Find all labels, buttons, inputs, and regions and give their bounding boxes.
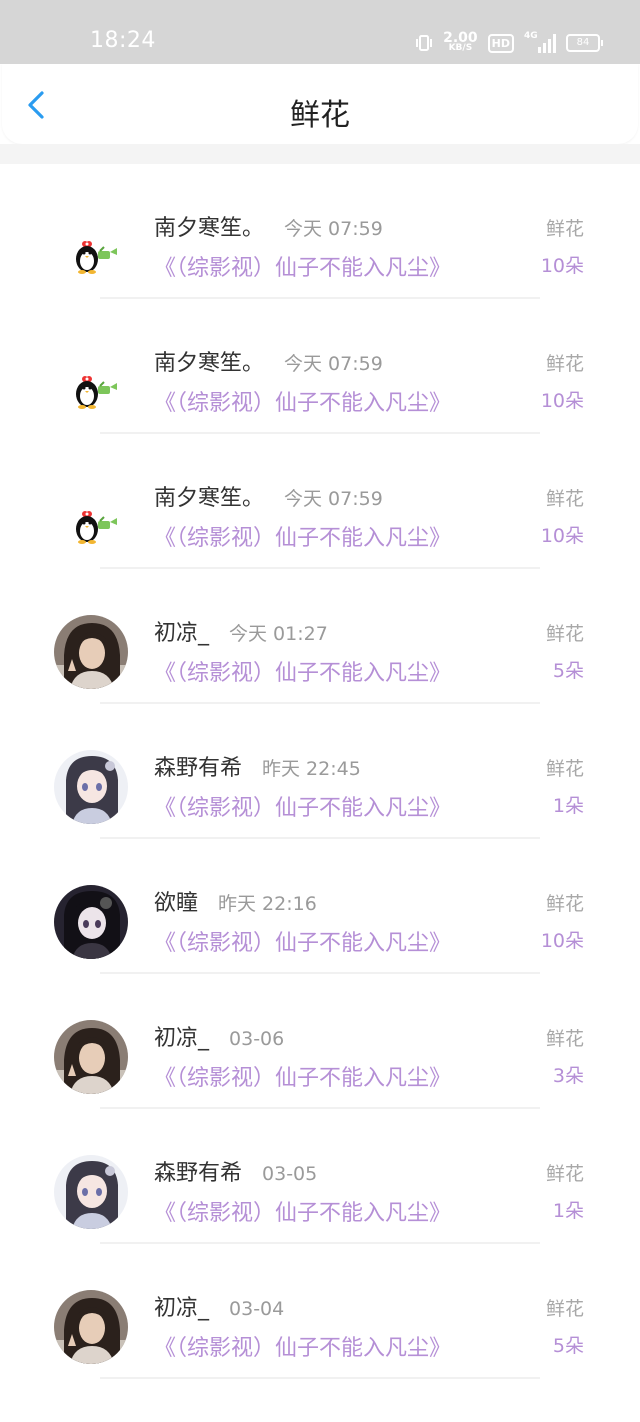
section-gap — [0, 144, 640, 164]
send-time: 昨天 22:45 — [262, 758, 361, 780]
signal-icon: 4G — [524, 31, 556, 53]
gift-type: 鲜花 — [545, 488, 584, 510]
user-name-text: 南夕寒笙。 — [154, 216, 265, 241]
user-name-text: 森野有希 — [154, 1161, 243, 1186]
user-name: 森野有希 03-05 — [154, 1155, 317, 1187]
divider — [100, 1377, 540, 1379]
book-title[interactable]: 《（综影视）仙子不能入凡尘》 — [154, 250, 451, 282]
user-name-text: 南夕寒笙。 — [154, 351, 265, 376]
send-time: 03-06 — [229, 1028, 285, 1050]
gift-count: 3朵 — [552, 1065, 584, 1087]
book-title[interactable]: 《（综影视）仙子不能入凡尘》 — [154, 655, 451, 687]
send-time: 今天 07:59 — [284, 218, 383, 240]
gift-type: 鲜花 — [545, 758, 584, 780]
page-title: 鲜花 — [290, 98, 350, 133]
user-name-text: 初凉_ — [154, 1296, 210, 1321]
status-bar: 18:24 2.00 KB/S HD 4G 84 — [0, 0, 640, 64]
gift-count: 1朵 — [552, 1200, 584, 1222]
vibrate-icon — [416, 35, 433, 51]
user-name-text: 欲瞳 — [154, 891, 199, 916]
gift-count: 10朵 — [540, 525, 584, 547]
flower-record-list: 南夕寒笙。 今天 07:59 《（综影视）仙子不能入凡尘》 鲜花 10朵 南夕寒笙。 今天 … — [0, 164, 640, 1379]
user-name-text: 初凉_ — [154, 1026, 210, 1051]
book-title[interactable]: 《（综影视）仙子不能入凡尘》 — [154, 1060, 451, 1092]
user-name: 南夕寒笙。 今天 07:59 — [154, 480, 383, 512]
user-name: 欲瞳 昨天 22:16 — [154, 885, 317, 917]
send-time: 03-05 — [262, 1163, 318, 1185]
send-time: 今天 01:27 — [229, 623, 328, 645]
book-title[interactable]: 《（综影视）仙子不能入凡尘》 — [154, 520, 451, 552]
gift-count: 5朵 — [552, 660, 584, 682]
status-time: 18:24 — [90, 28, 156, 53]
gift-count: 10朵 — [540, 390, 584, 412]
avatar[interactable] — [54, 615, 128, 689]
hd-icon: HD — [487, 33, 514, 53]
user-name: 初凉_ 03-06 — [154, 1020, 284, 1052]
avatar[interactable] — [54, 750, 128, 824]
avatar[interactable] — [54, 1290, 128, 1364]
gift-count: 10朵 — [540, 255, 584, 277]
gift-count: 10朵 — [540, 930, 584, 952]
book-title[interactable]: 《（综影视）仙子不能入凡尘》 — [154, 1195, 451, 1227]
send-time: 今天 07:59 — [284, 488, 383, 510]
user-name-text: 南夕寒笙。 — [154, 486, 265, 511]
gift-count: 5朵 — [552, 1335, 584, 1357]
user-name-text: 初凉_ — [154, 621, 210, 646]
gift-type: 鲜花 — [545, 353, 584, 375]
gift-type: 鲜花 — [545, 1298, 584, 1320]
network-speed: 2.00 KB/S — [443, 30, 478, 53]
list-item[interactable]: 欲瞳 昨天 22:16 《（综影视）仙子不能入凡尘》 鲜花 10朵 — [0, 839, 640, 974]
list-item[interactable]: 南夕寒笙。 今天 07:59 《（综影视）仙子不能入凡尘》 鲜花 10朵 — [0, 164, 640, 299]
book-title[interactable]: 《（综影视）仙子不能入凡尘》 — [154, 925, 451, 957]
avatar[interactable] — [54, 210, 128, 284]
gift-type: 鲜花 — [545, 1163, 584, 1185]
list-item[interactable]: 南夕寒笙。 今天 07:59 《（综影视）仙子不能入凡尘》 鲜花 10朵 — [0, 299, 640, 434]
battery-icon: 84 — [566, 34, 603, 52]
avatar[interactable] — [54, 480, 128, 554]
user-name: 南夕寒笙。 今天 07:59 — [154, 210, 383, 242]
list-item[interactable]: 初凉_ 今天 01:27 《（综影视）仙子不能入凡尘》 鲜花 5朵 — [0, 569, 640, 704]
avatar[interactable] — [54, 1155, 128, 1229]
user-name: 南夕寒笙。 今天 07:59 — [154, 345, 383, 377]
list-item[interactable]: 森野有希 昨天 22:45 《（综影视）仙子不能入凡尘》 鲜花 1朵 — [0, 704, 640, 839]
user-name-text: 森野有希 — [154, 756, 243, 781]
gift-type: 鲜花 — [545, 623, 584, 645]
nav-bar: 鲜花 — [2, 64, 638, 144]
avatar[interactable] — [54, 1020, 128, 1094]
gift-type: 鲜花 — [545, 1028, 584, 1050]
list-item[interactable]: 初凉_ 03-06 《（综影视）仙子不能入凡尘》 鲜花 3朵 — [0, 974, 640, 1109]
list-item[interactable]: 森野有希 03-05 《（综影视）仙子不能入凡尘》 鲜花 1朵 — [0, 1109, 640, 1244]
book-title[interactable]: 《（综影视）仙子不能入凡尘》 — [154, 1330, 451, 1362]
user-name: 初凉_ 03-04 — [154, 1290, 284, 1322]
user-name: 森野有希 昨天 22:45 — [154, 750, 361, 782]
send-time: 03-04 — [229, 1298, 285, 1320]
avatar[interactable] — [54, 885, 128, 959]
book-title[interactable]: 《（综影视）仙子不能入凡尘》 — [154, 790, 451, 822]
send-time: 今天 07:59 — [284, 353, 383, 375]
gift-type: 鲜花 — [545, 218, 584, 240]
book-title[interactable]: 《（综影视）仙子不能入凡尘》 — [154, 385, 451, 417]
gift-count: 1朵 — [552, 795, 584, 817]
list-item[interactable]: 南夕寒笙。 今天 07:59 《（综影视）仙子不能入凡尘》 鲜花 10朵 — [0, 434, 640, 569]
status-icons: 2.00 KB/S HD 4G 84 — [415, 30, 603, 56]
user-name: 初凉_ 今天 01:27 — [154, 615, 328, 647]
list-item[interactable]: 初凉_ 03-04 《（综影视）仙子不能入凡尘》 鲜花 5朵 — [0, 1244, 640, 1379]
send-time: 昨天 22:16 — [218, 893, 317, 915]
gift-type: 鲜花 — [545, 893, 584, 915]
avatar[interactable] — [54, 345, 128, 419]
